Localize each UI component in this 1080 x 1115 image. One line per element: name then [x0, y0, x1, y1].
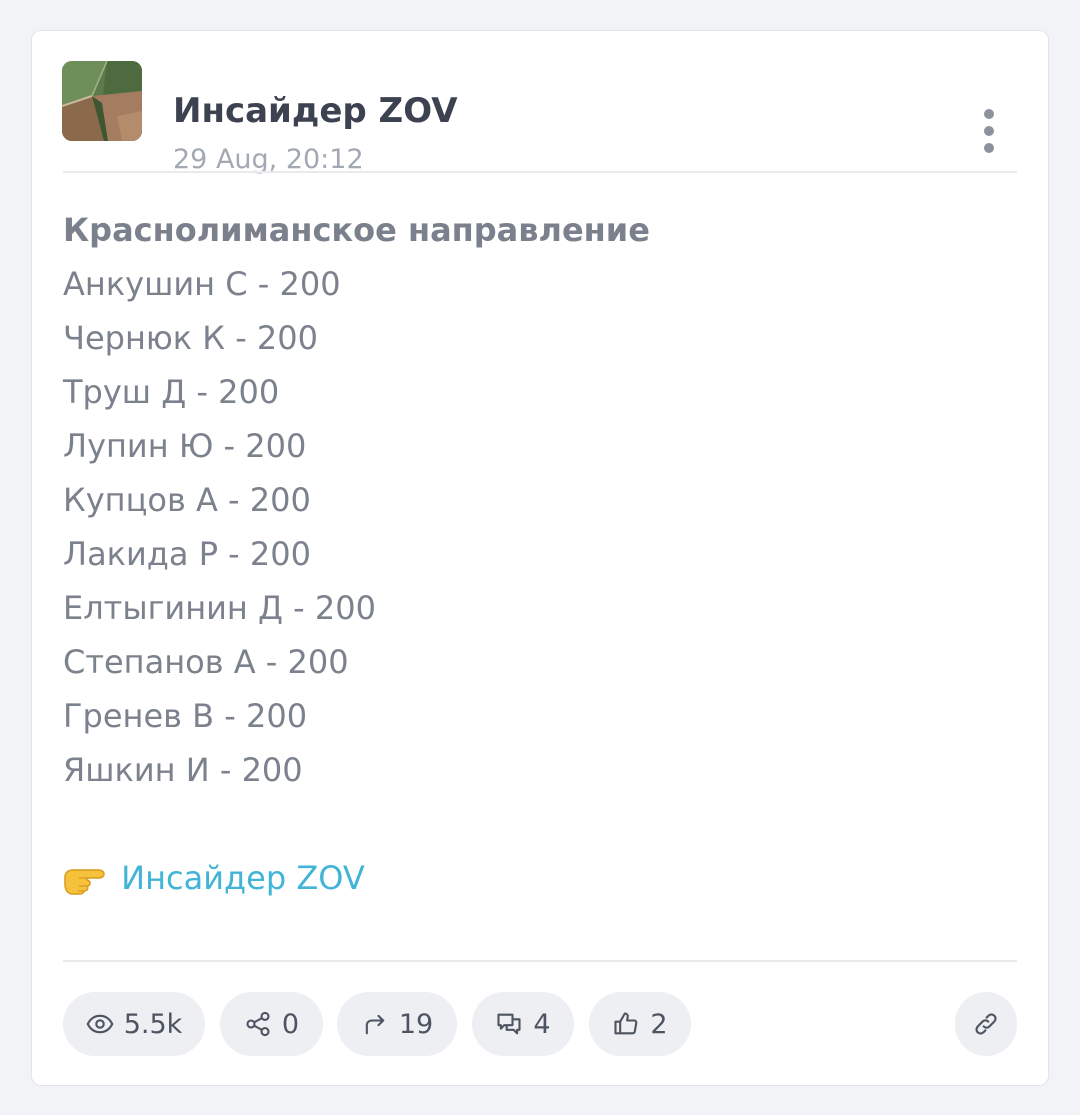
post-line: Купцов А - 200: [63, 481, 311, 519]
views-count: 5.5k: [123, 1008, 183, 1040]
post-body: Краснолиманское направление Анкушин С - …: [63, 203, 1017, 797]
channel-link-line: Инсайдер ZOV: [63, 851, 365, 911]
post-line: Степанов А - 200: [63, 643, 349, 681]
post-heading: Краснолиманское направление: [63, 211, 650, 249]
link-icon: [975, 1013, 997, 1035]
post-actions: 5.5k 0 19 4 2: [63, 992, 1017, 1056]
copy-link-button[interactable]: [955, 992, 1017, 1056]
likes-count: 2: [650, 1008, 668, 1040]
more-vertical-icon[interactable]: [974, 109, 1004, 153]
post-card: Инсайдер ZOV 29 Aug, 20:12 Краснолиманск…: [31, 30, 1049, 1086]
post-line: Труш Д - 200: [63, 373, 280, 411]
post-header: Инсайдер ZOV 29 Aug, 20:12: [62, 61, 1018, 175]
channel-name[interactable]: Инсайдер ZOV: [173, 91, 458, 131]
forwards-count: 19: [398, 1008, 434, 1040]
channel-link[interactable]: Инсайдер ZOV: [121, 859, 365, 897]
header-divider: [63, 171, 1017, 173]
footer-divider: [63, 960, 1017, 962]
channel-avatar[interactable]: [62, 61, 142, 141]
post-line: Яшкин И - 200: [63, 751, 303, 789]
shares-count: 0: [281, 1008, 300, 1040]
post-line: Анкушин С - 200: [63, 265, 341, 303]
forward-arrow-icon: [365, 1014, 385, 1035]
comments-button[interactable]: 4: [472, 992, 574, 1056]
eye-icon: [86, 1014, 114, 1034]
post-line: Чернюк К - 200: [63, 319, 318, 357]
forward-button[interactable]: 19: [337, 992, 457, 1056]
like-button[interactable]: 2: [589, 992, 691, 1056]
post-line: Гренев В - 200: [63, 697, 308, 735]
pointing-hand-emoji-icon: [63, 857, 111, 911]
comments-icon: [497, 1013, 521, 1035]
post-line: Елтыгинин Д - 200: [63, 589, 376, 627]
post-line: Лупин Ю - 200: [63, 427, 307, 465]
post-line: Лакида Р - 200: [63, 535, 311, 573]
thumbs-up-icon: [614, 1012, 638, 1035]
comments-count: 4: [533, 1008, 551, 1040]
share-button[interactable]: 0: [220, 992, 323, 1056]
share-nodes-icon: [246, 1011, 270, 1037]
views-counter[interactable]: 5.5k: [63, 992, 205, 1056]
